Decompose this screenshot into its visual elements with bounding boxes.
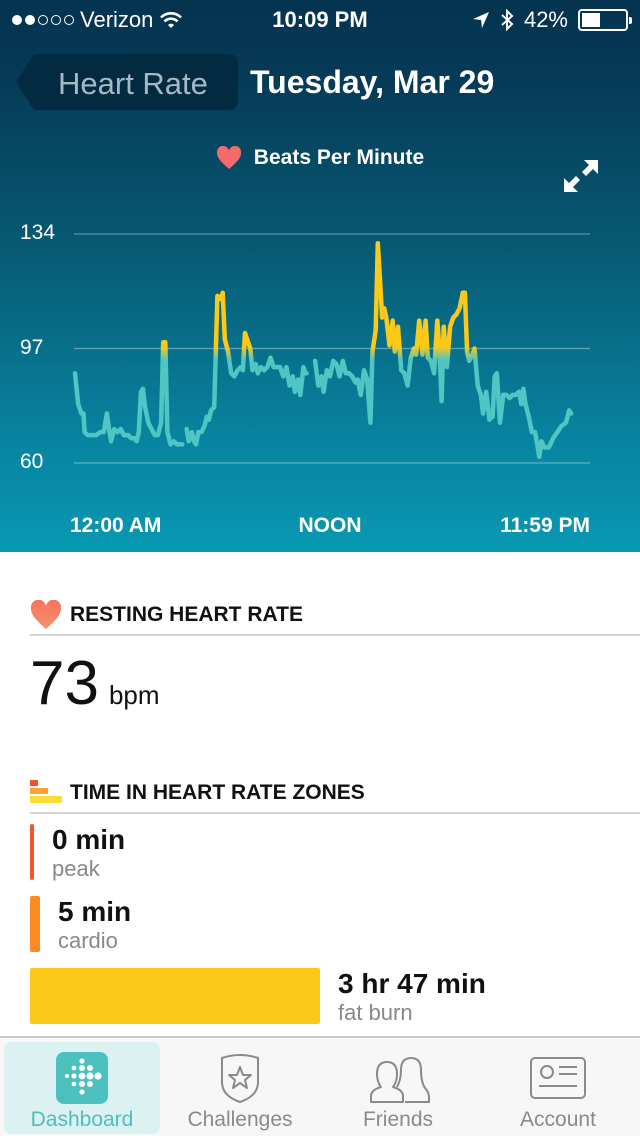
heart-rate-zones-section: TIME IN HEART RATE ZONES [30, 774, 640, 814]
zone-fat-burn-bar [30, 968, 320, 1024]
friends-icon [370, 1057, 430, 1103]
battery-percent: 42% [523, 7, 568, 32]
tab-label: Challenges [187, 1108, 293, 1131]
heart-rate-header: Verizon 10:09 PM 42% Heart Rate Tuesday,… [0, 0, 640, 552]
resting-heart-rate-section: RESTING HEART RATE [30, 596, 640, 636]
heart-rate-chart[interactable] [0, 215, 640, 545]
y-tick-label: 97 [20, 335, 44, 359]
tab-challenges[interactable]: Challenges [162, 1042, 318, 1134]
bluetooth-icon [501, 9, 514, 31]
tab-label: Dashboard [30, 1108, 134, 1131]
back-button-label[interactable]: Heart Rate [58, 66, 208, 102]
y-tick-label: 134 [20, 221, 56, 244]
resting-heart-rate-value: 73 bpm [30, 648, 160, 719]
zone-cardio-bar [30, 896, 40, 952]
x-tick-label: NOON [298, 514, 362, 537]
resting-bpm-number: 73 [30, 649, 99, 718]
heart-icon [216, 146, 241, 169]
zone-peak-label: peak [52, 856, 100, 881]
y-tick-label: 60 [20, 450, 44, 473]
fitbit-logo-icon [56, 1052, 108, 1104]
x-tick-label: 11:59 PM [500, 514, 590, 537]
zone-fat-burn-label: fat burn [338, 1000, 413, 1025]
page-title: Tuesday, Mar 29 [250, 64, 495, 100]
legend-label: Beats Per Minute [253, 146, 425, 169]
x-tick-label: 12:00 AM [70, 514, 162, 537]
section-title-resting: RESTING HEART RATE [70, 603, 303, 626]
section-title-zones: TIME IN HEART RATE ZONES [70, 781, 365, 804]
zone-peak-value: 0 min [52, 824, 126, 855]
heart-rate-line-segment-1 [184, 290, 309, 447]
heart-rate-line-segment-2 [312, 241, 574, 460]
chart-legend: Beats Per Minute [0, 146, 640, 170]
resting-bpm-unit: bpm [108, 680, 160, 710]
heart-rate-line-segment-0 [72, 340, 185, 447]
zones-bars-icon [30, 780, 62, 803]
tab-label: Friends [362, 1108, 434, 1131]
tab-friends[interactable]: Friends [320, 1042, 476, 1134]
tab-dashboard[interactable]: Dashboard [4, 1042, 160, 1134]
battery-icon [578, 9, 632, 31]
zone-fat-burn-value: 3 hr 47 min [338, 968, 486, 999]
status-bar: Verizon 10:09 PM 42% [0, 0, 640, 40]
expand-icon[interactable] [562, 158, 600, 194]
location-arrow-icon [472, 12, 489, 28]
zone-cardio-label: cardio [58, 928, 118, 953]
badge-star-icon [221, 1054, 259, 1104]
heart-icon [30, 600, 62, 629]
navigation-bar: Heart Rate Tuesday, Mar 29 [0, 52, 640, 112]
zone-peak-bar [30, 824, 34, 880]
id-card-icon [530, 1057, 586, 1099]
tab-bar: Dashboard Challenges Friends Account [0, 1036, 640, 1136]
tab-account[interactable]: Account [480, 1042, 636, 1134]
tab-label: Account [520, 1108, 596, 1131]
zone-cardio-value: 5 min [58, 896, 132, 927]
